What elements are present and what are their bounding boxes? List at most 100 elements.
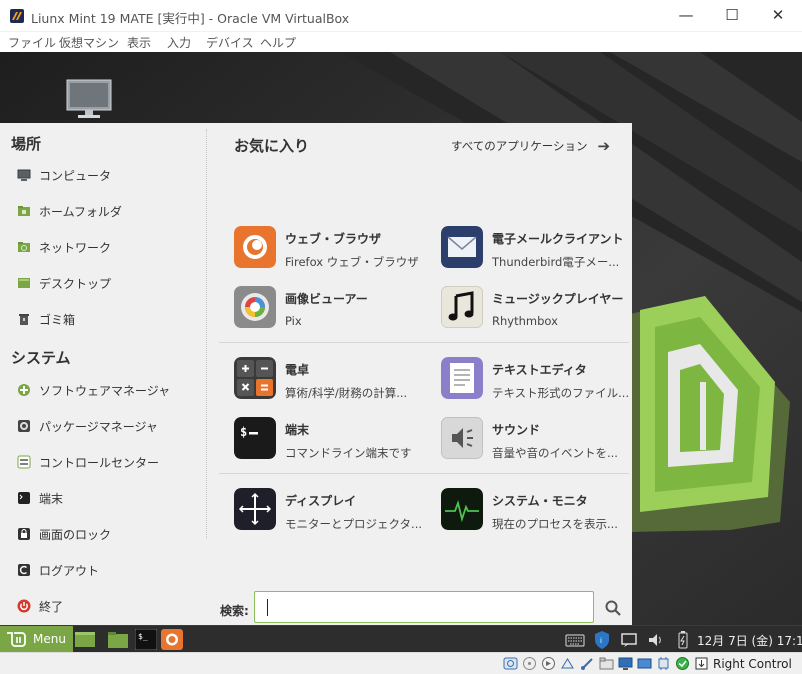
svg-text:i: i: [600, 637, 602, 645]
terminal-launcher-icon[interactable]: $_: [135, 629, 157, 650]
close-button[interactable]: ✕: [763, 4, 793, 26]
mouse-integration-icon[interactable]: [694, 656, 709, 671]
places-home-label: ホームフォルダ: [39, 204, 122, 219]
bottom-panel: Menu $_ i 12月 7日 (金) 17:18: [0, 625, 802, 652]
app-name: 画像ビューアー: [285, 292, 368, 306]
clock[interactable]: 12月 7日 (金) 17:18: [697, 632, 802, 649]
app-display[interactable]: ディスプレイ モニターとプロジェクタ...: [234, 488, 434, 532]
favorites-heading: お気に入り: [234, 137, 310, 155]
system-logout-label: ログアウト: [39, 563, 100, 578]
audio-icon[interactable]: [541, 656, 556, 671]
mint-logo-icon: [7, 632, 26, 647]
system-terminal[interactable]: 端末: [17, 489, 63, 507]
system-shutdown-label: 終了: [39, 599, 64, 614]
network-folder-icon: [18, 242, 30, 252]
minimize-button[interactable]: —: [671, 4, 701, 26]
all-applications-button[interactable]: すべてのアプリケーション ➔: [451, 137, 610, 155]
guest-additions-icon[interactable]: [675, 656, 690, 671]
control-center-icon: [17, 455, 31, 469]
app-name: ウェブ・ブラウザ: [285, 232, 382, 246]
app-calculator[interactable]: 電卓 算術/科学/財務の計算...: [234, 357, 434, 401]
app-description: モニターとプロジェクタ...: [285, 517, 423, 531]
menu-machine[interactable]: 仮想マシン: [59, 34, 119, 51]
computer-icon: [17, 169, 31, 181]
favorites-divider: [219, 473, 629, 474]
app-description: Firefox ウェブ・ブラウザ: [285, 255, 419, 269]
menu-help[interactable]: ヘルプ: [260, 34, 296, 51]
svg-text:$_: $_: [138, 632, 148, 641]
system-lock-screen-label: 画面のロック: [39, 527, 112, 542]
app-name: システム・モニタ: [492, 494, 588, 508]
file-manager-icon[interactable]: [107, 629, 129, 650]
firefox-icon: [234, 226, 276, 268]
home-folder-icon: [18, 206, 30, 216]
battery-icon[interactable]: [673, 630, 693, 650]
places-trash[interactable]: ゴミ箱: [17, 310, 75, 328]
menu-input[interactable]: 入力: [167, 34, 191, 51]
app-sound[interactable]: サウンド 音量や音のイベントを...: [441, 417, 641, 461]
system-control-center[interactable]: コントロールセンター: [17, 453, 159, 471]
keyboard-icon[interactable]: [565, 630, 585, 650]
guest-desktop: 場所 コンピュータ ホームフォルダ ネットワーク デスクトップ ゴミ箱 システム…: [0, 52, 802, 652]
menu-button[interactable]: Menu: [0, 626, 73, 652]
app-web-browser[interactable]: ウェブ・ブラウザ Firefox ウェブ・ブラウザ: [234, 226, 434, 270]
app-description: 算術/科学/財務の計算...: [285, 386, 408, 400]
notifications-icon[interactable]: [619, 630, 639, 650]
svg-text:$: $: [240, 425, 247, 439]
favorites-divider: [219, 342, 629, 343]
volume-icon[interactable]: [646, 630, 666, 650]
places-home[interactable]: ホームフォルダ: [17, 202, 122, 220]
usb-icon[interactable]: [580, 656, 595, 671]
system-software-manager[interactable]: ソフトウェアマネージャ: [17, 381, 170, 399]
terminal-small-icon: [18, 492, 30, 504]
show-desktop-icon[interactable]: [74, 629, 96, 650]
places-desktop[interactable]: デスクトップ: [17, 274, 111, 292]
maximize-button[interactable]: ☐: [717, 4, 747, 26]
cpu-icon[interactable]: [656, 656, 671, 671]
firefox-launcher-icon[interactable]: [161, 629, 183, 650]
places-computer[interactable]: コンピュータ: [17, 166, 111, 184]
places-network[interactable]: ネットワーク: [17, 238, 111, 256]
menu-file[interactable]: ファイル: [8, 34, 56, 51]
places-computer-label: コンピュータ: [39, 168, 112, 183]
music-icon: [441, 286, 483, 328]
window-title: Liunx Mint 19 MATE [実行中] - Oracle VM Vir…: [31, 11, 350, 26]
menu-button-label: Menu: [33, 632, 66, 646]
text-editor-icon: [441, 357, 483, 399]
system-logout[interactable]: ログアウト: [17, 561, 99, 579]
system-package-manager[interactable]: パッケージマネージャ: [17, 417, 158, 435]
menu-column-divider: [206, 129, 207, 539]
computer-desktop-icon[interactable]: [66, 79, 112, 119]
hard-disk-icon[interactable]: [503, 656, 518, 671]
shared-folders-icon[interactable]: [599, 656, 614, 671]
sound-icon: [441, 417, 483, 459]
arrow-right-icon: ➔: [597, 137, 611, 155]
network-adapter-icon[interactable]: [560, 656, 575, 671]
display-status-icon[interactable]: [618, 656, 633, 671]
system-monitor-icon: [441, 488, 483, 530]
menu-devices[interactable]: デバイス: [206, 34, 254, 51]
app-text-editor[interactable]: テキストエディタ テキスト形式のファイル...: [441, 357, 641, 401]
display-icon: [234, 488, 276, 530]
search-icon[interactable]: [604, 599, 622, 617]
places-network-label: ネットワーク: [39, 240, 112, 255]
system-shutdown[interactable]: 終了: [17, 597, 63, 615]
app-email-client[interactable]: 電子メールクライアント Thunderbird電子メー...: [441, 226, 641, 270]
optical-drive-icon[interactable]: [522, 656, 537, 671]
video-capture-icon[interactable]: [637, 656, 652, 671]
package-manager-icon: [18, 420, 30, 432]
app-description: 音量や音のイベントを...: [492, 446, 618, 460]
app-system-monitor[interactable]: システム・モニタ 現在のプロセスを表示...: [441, 488, 641, 532]
system-heading: システム: [11, 349, 71, 367]
app-image-viewer[interactable]: 画像ビューアー Pix: [234, 286, 434, 330]
system-lock-screen[interactable]: 画面のロック: [17, 525, 111, 543]
app-terminal[interactable]: $ 端末 コマンドライン端末です: [234, 417, 434, 461]
search-input[interactable]: [254, 591, 594, 623]
app-music-player[interactable]: ミュージックプレイヤー Rhythmbox: [441, 286, 641, 330]
update-shield-icon[interactable]: i: [592, 630, 612, 650]
places-heading: 場所: [11, 135, 42, 153]
lock-icon: [18, 528, 30, 540]
mail-icon: [441, 226, 483, 268]
app-description: Rhythmbox: [492, 314, 558, 328]
menu-view[interactable]: 表示: [127, 34, 151, 51]
